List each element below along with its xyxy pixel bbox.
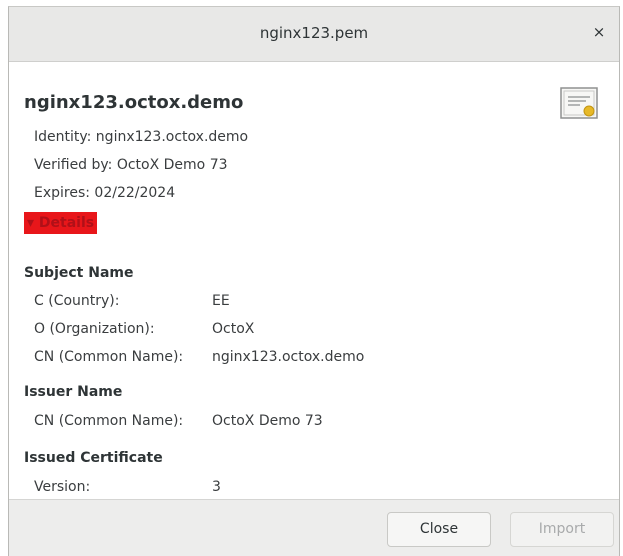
certificate-icon bbox=[560, 87, 598, 119]
certificate-content: nginx123.octox.demo Identity: nginx123.o… bbox=[9, 62, 619, 499]
version-value: 3 bbox=[212, 479, 221, 495]
subject-country-label: C (Country): bbox=[34, 293, 120, 309]
issuer-name-heading: Issuer Name bbox=[24, 384, 123, 400]
subject-country-value: EE bbox=[212, 293, 230, 309]
screen: nginx123.pem × nginx123.octox.demo Ident… bbox=[0, 0, 623, 556]
subject-common-name-value: nginx123.octox.demo bbox=[212, 349, 365, 365]
close-button[interactable]: Close bbox=[387, 512, 491, 547]
window-title: nginx123.pem bbox=[259, 24, 369, 42]
expires-line: Expires: 02/22/2024 bbox=[34, 185, 176, 201]
import-button[interactable]: Import bbox=[510, 512, 614, 547]
subject-organization-label: O (Organization): bbox=[34, 321, 155, 337]
issuer-common-name-value: OctoX Demo 73 bbox=[212, 413, 323, 429]
close-icon[interactable]: × bbox=[589, 22, 609, 42]
issued-certificate-heading: Issued Certificate bbox=[24, 450, 163, 466]
subject-common-name-label: CN (Common Name): bbox=[34, 349, 184, 365]
title-bar: nginx123.pem × bbox=[9, 7, 619, 62]
issuer-common-name-label: CN (Common Name): bbox=[34, 413, 184, 429]
verified-by-line: Verified by: OctoX Demo 73 bbox=[34, 157, 228, 173]
subject-organization-value: OctoX bbox=[212, 321, 255, 337]
certificate-viewer-dialog: nginx123.pem × nginx123.octox.demo Ident… bbox=[8, 6, 620, 556]
details-expander[interactable]: ▾ Details bbox=[24, 212, 98, 234]
certificate-name: nginx123.octox.demo bbox=[24, 92, 244, 113]
subject-name-heading: Subject Name bbox=[24, 265, 134, 281]
identity-line: Identity: nginx123.octox.demo bbox=[34, 129, 249, 145]
version-label: Version: bbox=[34, 479, 91, 495]
dialog-footer: Close Import bbox=[9, 499, 619, 556]
